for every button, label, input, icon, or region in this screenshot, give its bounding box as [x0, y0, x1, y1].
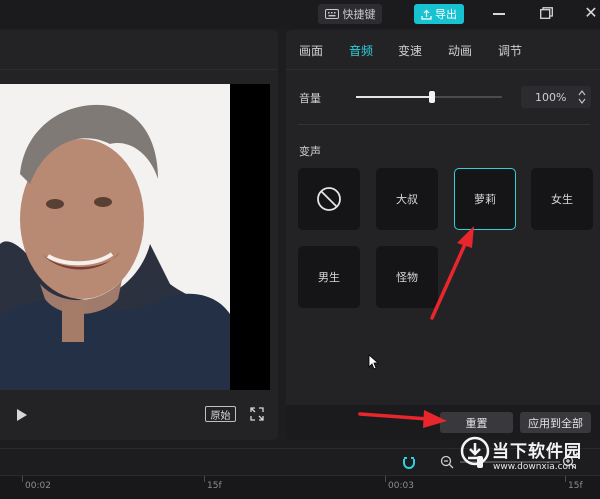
tick-mark — [204, 476, 205, 482]
shortcut-button[interactable]: 快捷键 — [318, 4, 382, 24]
voice-option-male[interactable]: 男生 — [298, 246, 360, 308]
timeline-ruler[interactable]: 00:02 15f 00:03 15f — [0, 475, 600, 499]
watermark-name: 当下软件园 — [492, 442, 582, 462]
export-button[interactable]: 导出 — [414, 4, 464, 24]
volume-slider-handle[interactable] — [428, 91, 435, 103]
property-panel: 画面 音频 变速 动画 调节 音量 100% 变声 大叔 萝莉 女生 男生 怪物… — [286, 30, 600, 440]
keyboard-icon — [324, 9, 339, 19]
title-bar: 快捷键 导出 ✕ — [0, 0, 600, 28]
voice-option-uncle[interactable]: 大叔 — [376, 168, 438, 230]
tab-audio[interactable]: 音频 — [349, 42, 373, 59]
property-tabs: 画面 音频 变速 动画 调节 — [286, 30, 600, 70]
apply-all-button[interactable]: 应用到全部 — [520, 412, 591, 433]
volume-label: 音量 — [299, 92, 321, 105]
section-divider — [298, 124, 590, 125]
voice-option-none[interactable] — [298, 168, 360, 230]
tick-label: 00:03 — [388, 481, 414, 491]
magnet-icon[interactable] — [402, 455, 416, 469]
tick-mark — [385, 476, 386, 482]
tab-adjust[interactable]: 调节 — [498, 42, 522, 59]
player-panel: 原始 — [0, 30, 278, 440]
volume-slider[interactable] — [356, 91, 502, 103]
fullscreen-icon[interactable] — [250, 407, 264, 421]
voice-option-monster[interactable]: 怪物 — [376, 246, 438, 308]
video-preview[interactable] — [0, 84, 270, 390]
tab-animation[interactable]: 动画 — [448, 42, 472, 59]
volume-input[interactable]: 100% — [521, 86, 591, 108]
mouse-cursor-icon — [368, 354, 378, 370]
upload-icon — [421, 9, 432, 20]
tick-label: 15f — [207, 481, 222, 491]
voice-change-label: 变声 — [299, 145, 321, 158]
watermark-logo-icon — [460, 436, 490, 466]
minimize-icon[interactable] — [493, 13, 505, 15]
tick-label: 15f — [568, 481, 583, 491]
stepper-icon[interactable] — [578, 89, 586, 105]
tick-mark — [565, 476, 566, 482]
ratio-button[interactable]: 原始 — [205, 406, 236, 422]
tick-mark — [22, 476, 23, 482]
export-label: 导出 — [435, 8, 457, 21]
zoom-out-icon[interactable] — [440, 455, 454, 469]
video-frame-image — [0, 84, 270, 390]
restore-icon[interactable] — [540, 7, 553, 19]
shortcut-label: 快捷键 — [342, 8, 376, 21]
volume-value: 100% — [535, 90, 567, 104]
close-icon[interactable]: ✕ — [583, 4, 599, 22]
no-voice-icon — [317, 187, 341, 211]
reset-button[interactable]: 重置 — [440, 412, 513, 433]
voice-option-female[interactable]: 女生 — [531, 168, 593, 230]
tab-picture[interactable]: 画面 — [299, 42, 323, 59]
play-icon[interactable] — [16, 408, 28, 422]
volume-slider-fill — [356, 96, 432, 98]
watermark-url: www.downxia.com — [493, 462, 577, 472]
voice-option-loli[interactable]: 萝莉 — [454, 168, 516, 230]
tab-speed[interactable]: 变速 — [398, 42, 422, 59]
player-header — [0, 30, 278, 70]
tick-label: 00:02 — [25, 481, 51, 491]
